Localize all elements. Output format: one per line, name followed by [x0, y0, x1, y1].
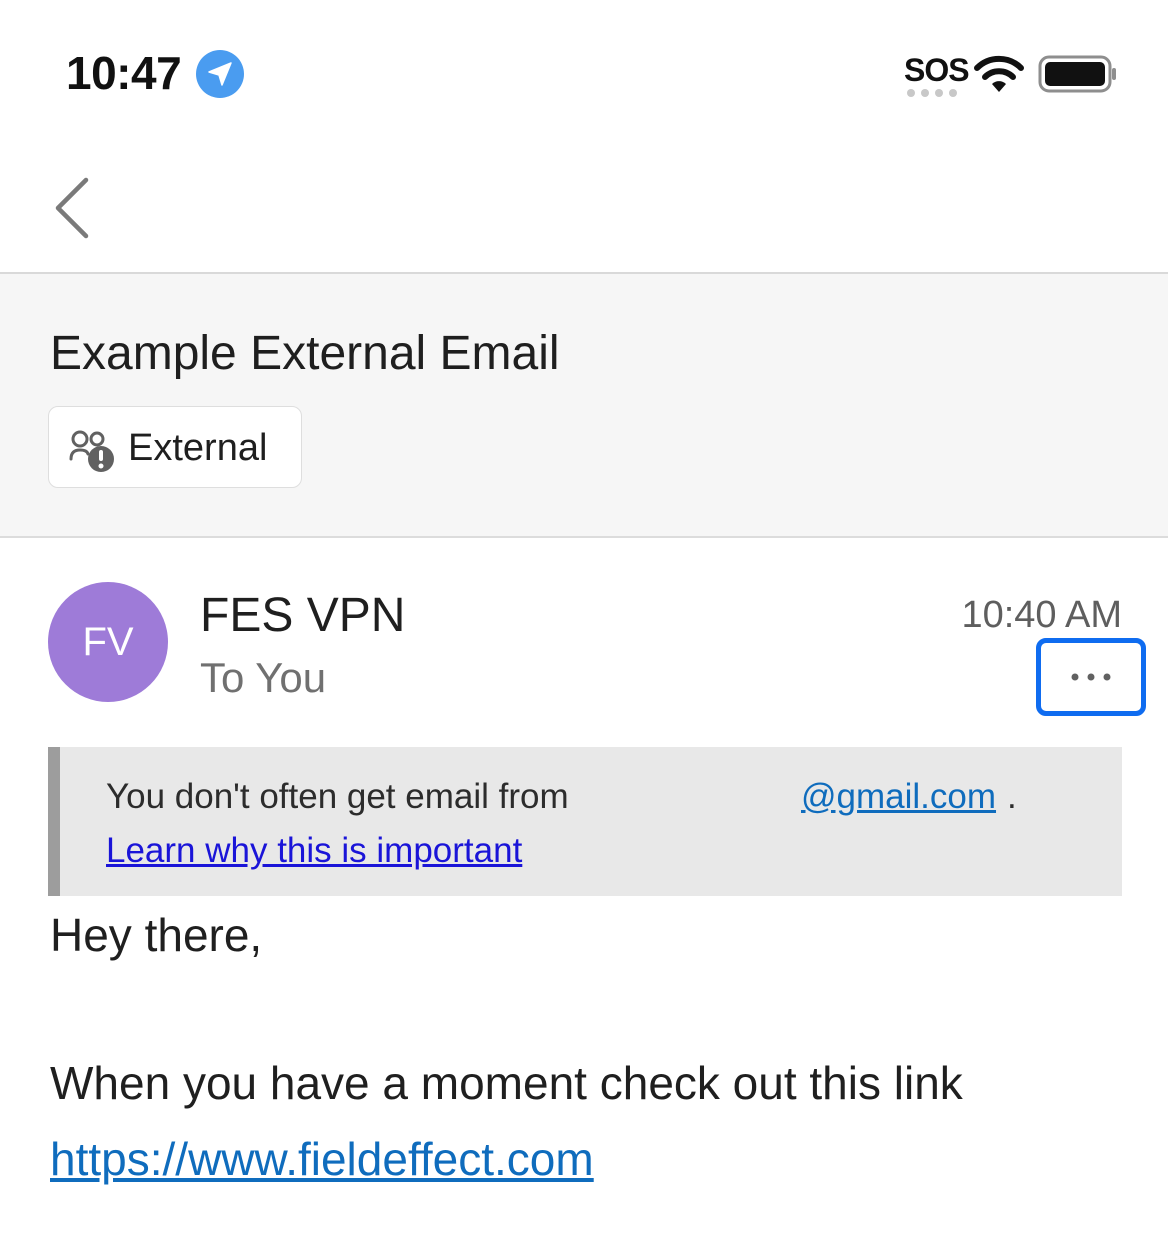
location-arrow-icon [196, 50, 244, 98]
wifi-icon [974, 55, 1024, 92]
warning-period: . [1007, 777, 1017, 816]
sender-name[interactable]: FES VPN [200, 588, 405, 643]
body-text: When you have a moment check out this li… [50, 1057, 963, 1109]
external-tag-label: External [128, 427, 268, 469]
external-tag[interactable]: External [48, 406, 302, 488]
subject-divider [0, 536, 1168, 538]
carrier-sos: SOS [904, 52, 970, 88]
warning-text: You don't often get email from [106, 777, 569, 816]
chevron-left-icon[interactable] [52, 176, 96, 240]
status-time: 10:47 [66, 47, 182, 99]
status-bar: 10:47 SOS [0, 0, 1168, 140]
more-options-button[interactable] [1036, 638, 1146, 716]
avatar[interactable]: FV [48, 582, 168, 702]
people-warning-icon [69, 430, 114, 472]
email-subject: Example External Email [50, 327, 560, 380]
body-greeting: Hey there, [50, 909, 263, 961]
battery-icon [1038, 55, 1116, 93]
external-sender-warning: You don't often get email from @gmail.co… [48, 747, 1122, 896]
recipient-line[interactable]: To You [200, 654, 326, 702]
message-time: 10:40 AM [961, 594, 1122, 636]
avatar-initials: FV [82, 619, 134, 664]
learn-why-link[interactable]: Learn why this is important [106, 831, 522, 871]
signal-dots-icon [907, 89, 957, 97]
ellipsis-icon [1071, 673, 1111, 681]
body-link[interactable]: https://www.fieldeffect.com [50, 1132, 594, 1186]
sender-domain-link[interactable]: @gmail.com [801, 777, 996, 817]
subject-header: Example External Email External [0, 274, 1168, 536]
